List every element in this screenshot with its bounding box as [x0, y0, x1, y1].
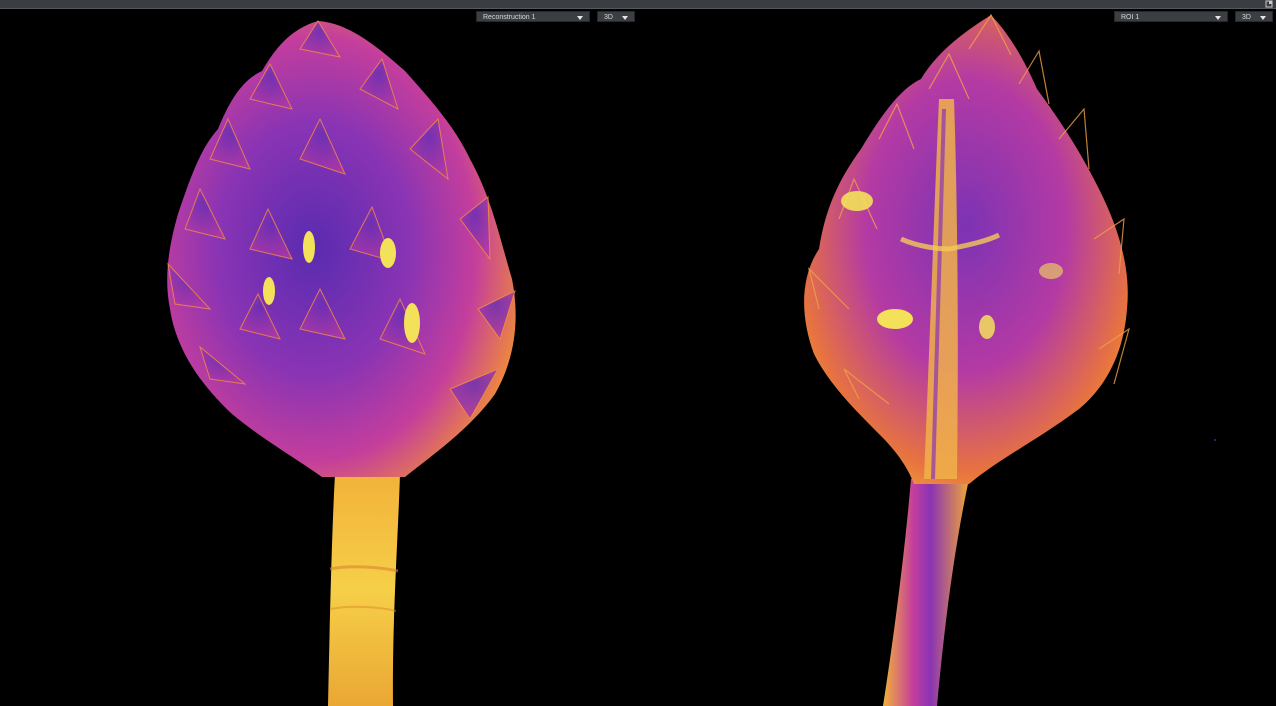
volume-render-flower-head	[167, 20, 516, 706]
viewport-left[interactable]: Reconstruction 1 3D	[0, 9, 637, 706]
volume-render-flower-section	[804, 13, 1131, 706]
noise-speck	[1214, 439, 1216, 441]
maximize-icon[interactable]	[1265, 0, 1273, 8]
window-toolbar	[0, 0, 1276, 9]
viewport-right[interactable]: ROI 1 3D	[639, 9, 1276, 706]
